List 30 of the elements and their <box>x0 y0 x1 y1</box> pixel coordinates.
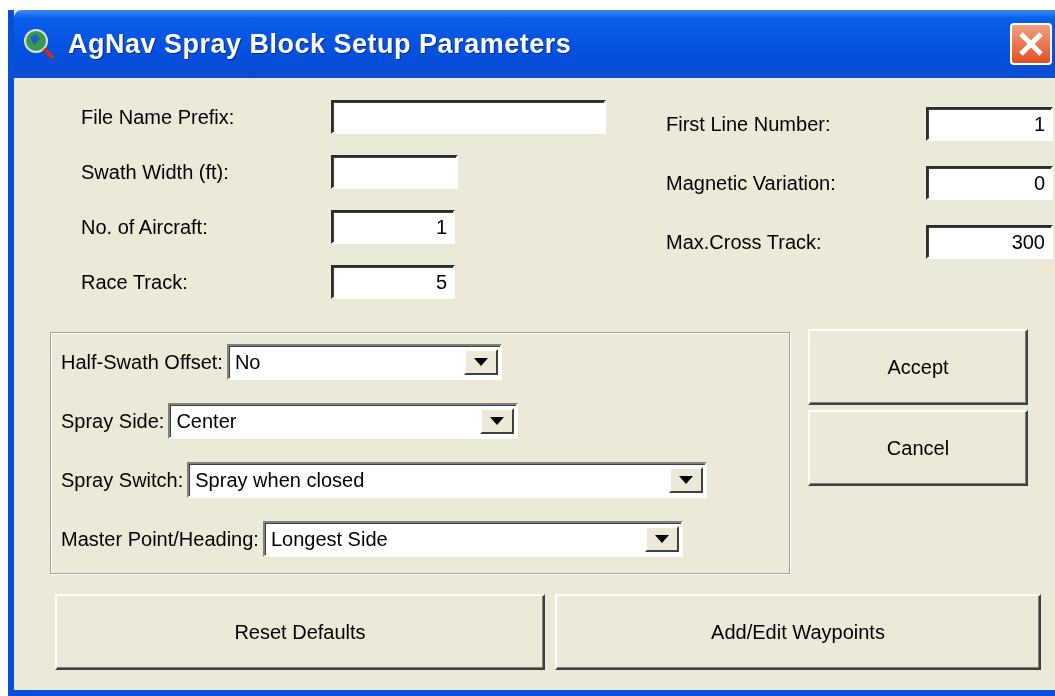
dropdown[interactable]: Longest Side <box>262 521 683 557</box>
dialog-button[interactable]: Add/Edit Waypoints <box>555 594 1041 670</box>
field-label: Race Track: <box>81 270 189 294</box>
input-field[interactable] <box>331 155 458 189</box>
field-label: No. of Aircraft: <box>81 215 209 239</box>
dropdown[interactable]: Center <box>168 403 519 439</box>
field-label: Swath Width (ft): <box>81 160 230 184</box>
close-icon <box>1017 30 1045 58</box>
dropdown[interactable]: No <box>226 344 502 380</box>
dropdown-label: Spray Switch: <box>61 468 184 492</box>
close-button[interactable] <box>1010 23 1052 65</box>
window-title: AgNav Spray Block Setup Parameters <box>68 28 573 60</box>
field-label: File Name Prefix: <box>81 105 236 129</box>
field-label: First Line Number: <box>666 112 832 136</box>
dialog-button[interactable]: Reset Defaults <box>55 594 545 670</box>
dropdown[interactable]: Spray when closed <box>187 462 708 498</box>
dialog-button[interactable]: Accept <box>808 329 1028 405</box>
field-label: Max.Cross Track: <box>666 230 823 254</box>
input-field[interactable]: 0 <box>926 166 1053 200</box>
dropdown-label: Half-Swath Offset: <box>61 350 223 374</box>
globe-magnifier-icon <box>22 27 56 61</box>
input-field[interactable]: 1 <box>926 107 1053 141</box>
input-field[interactable] <box>331 100 606 134</box>
dialog-button[interactable]: Cancel <box>808 410 1028 486</box>
input-field[interactable]: 300 <box>926 225 1053 259</box>
input-field[interactable]: 1 <box>331 210 455 244</box>
dropdown-label: Master Point/Heading: <box>61 527 259 551</box>
field-label: Magnetic Variation: <box>666 171 837 195</box>
dropdown-label: Spray Side: <box>61 409 165 433</box>
input-field[interactable]: 5 <box>331 265 455 299</box>
